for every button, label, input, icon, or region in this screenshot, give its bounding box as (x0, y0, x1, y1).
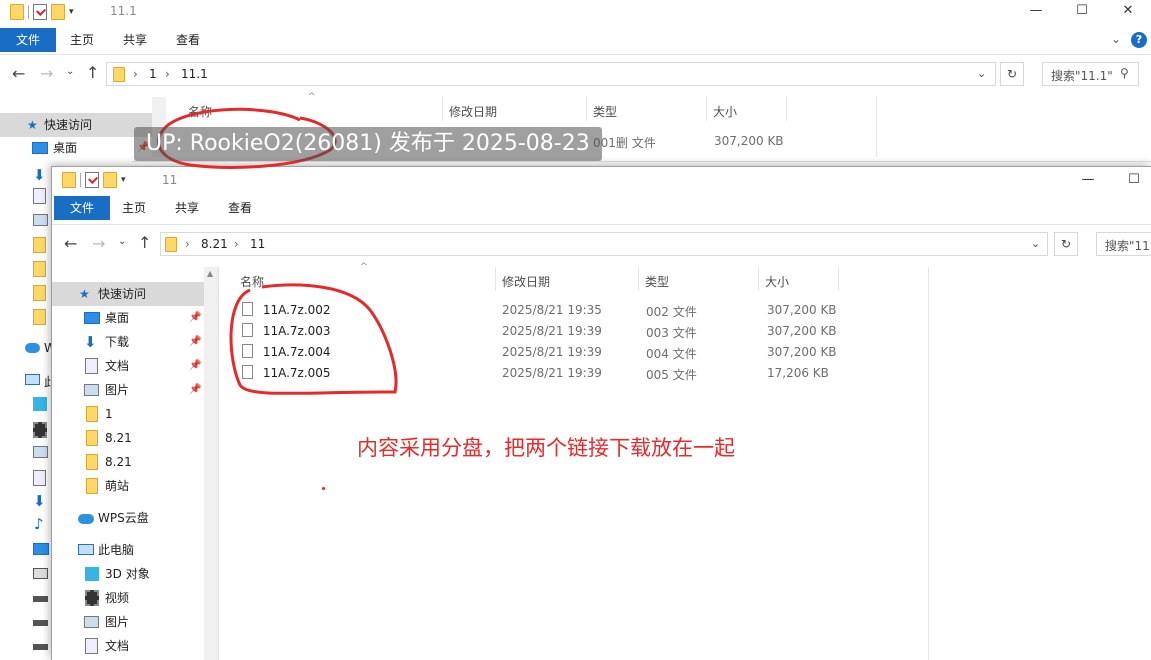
annotation-layer (157, 107, 398, 395)
uploader-watermark: UP: RookieO2(26081) 发布于 2025-08-23 (134, 127, 602, 161)
red-loop-annotation (229, 283, 398, 395)
annotation-note: 内容采用分盘，把两个链接下载放在一起 (357, 436, 735, 460)
red-dot-annotation (322, 487, 325, 490)
